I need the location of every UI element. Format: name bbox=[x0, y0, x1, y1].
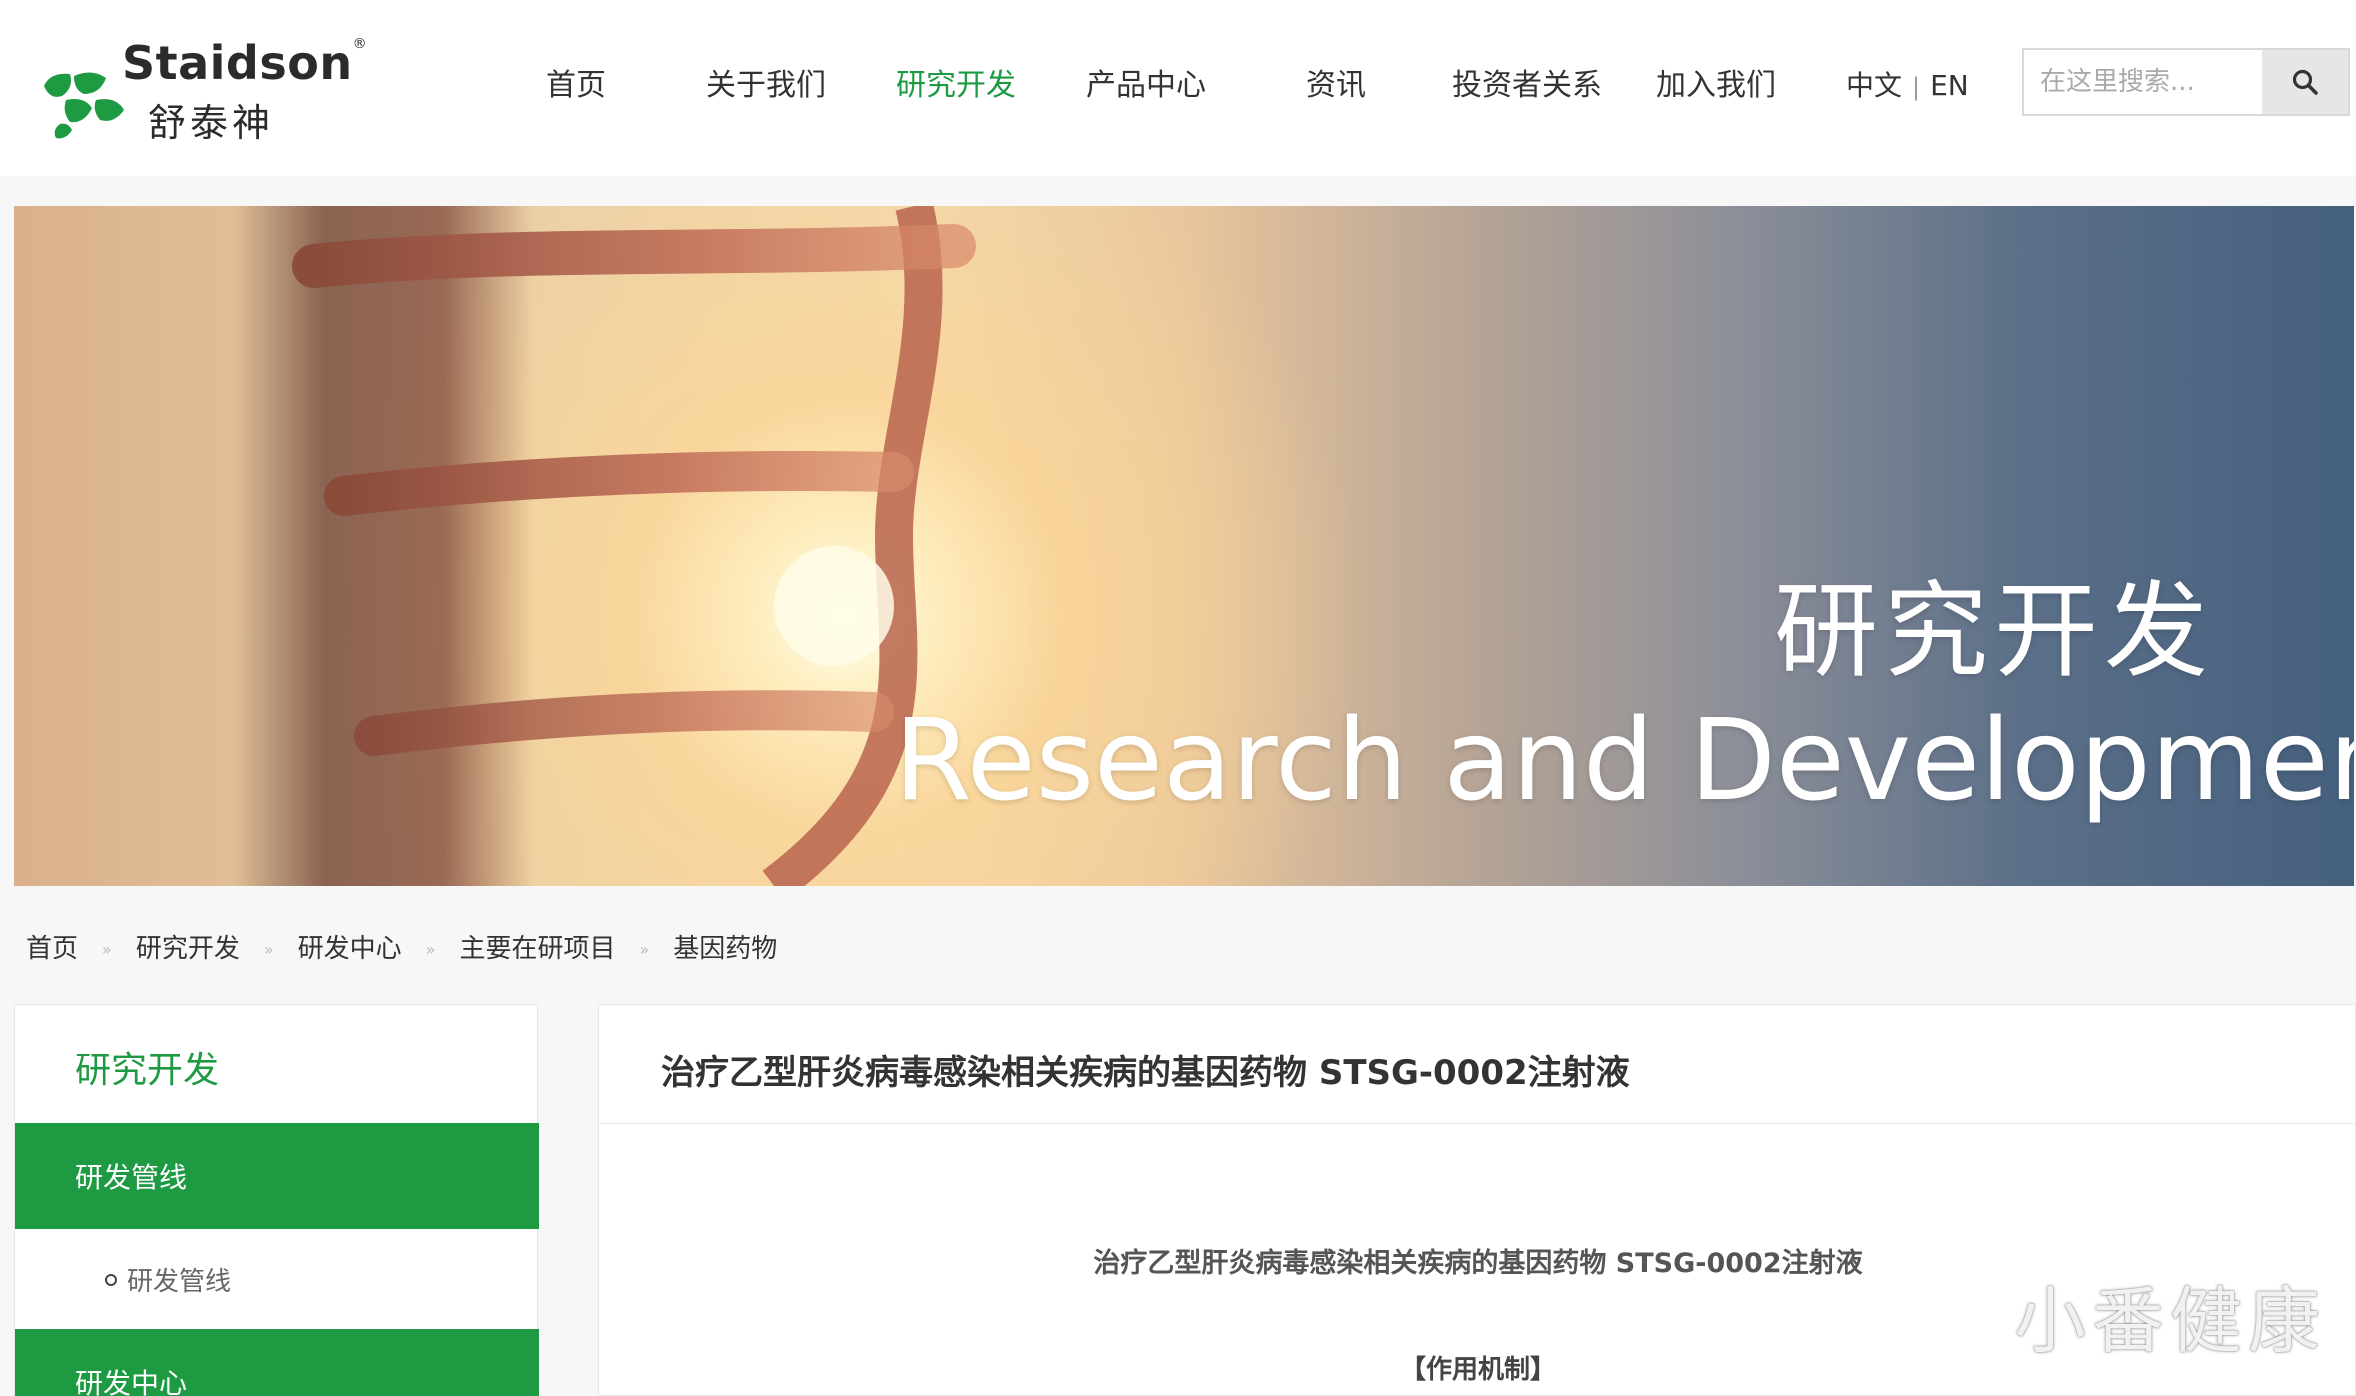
lang-en-link[interactable]: EN bbox=[1930, 69, 1969, 102]
breadcrumb-rd-center[interactable]: 研发中心 bbox=[298, 928, 402, 965]
sidebar-subitem-label: 研发管线 bbox=[127, 1267, 232, 1297]
search-button[interactable] bbox=[2262, 50, 2348, 114]
lang-cn-link[interactable]: 中文 bbox=[1846, 69, 1902, 102]
search-input[interactable] bbox=[2024, 50, 2264, 114]
site-header: Staidson® 舒泰神 首页 关于我们 研究开发 产品中心 资讯 投资者关系… bbox=[0, 0, 2356, 176]
hero-banner: 研究开发 Research and Development bbox=[14, 206, 2354, 886]
circle-bullet-icon bbox=[105, 1273, 117, 1286]
nav-item-research[interactable]: 研究开发 bbox=[896, 60, 1016, 104]
search-box bbox=[2022, 48, 2350, 116]
banner-title-cn: 研究开发 bbox=[1774, 570, 2215, 692]
staidson-logo[interactable]: Staidson® 舒泰神 bbox=[40, 36, 367, 146]
title-divider bbox=[599, 1123, 2356, 1124]
nav-item-join[interactable]: 加入我们 bbox=[1656, 60, 1776, 104]
breadcrumb-separator: » bbox=[263, 940, 274, 959]
breadcrumb-gene-drugs[interactable]: 基因药物 bbox=[673, 928, 777, 965]
watermark: 小番健康 bbox=[2014, 1279, 2327, 1363]
nav-item-about[interactable]: 关于我们 bbox=[706, 60, 826, 104]
leaf-logo-icon bbox=[44, 72, 124, 139]
sidebar-subitem-pipeline[interactable]: 研发管线 bbox=[105, 1261, 231, 1298]
page-title: 治疗乙型肝炎病毒感染相关疾病的基因药物 STSG-0002注射液 bbox=[661, 1053, 1630, 1093]
sidebar-item-pipeline[interactable]: 研发管线 bbox=[15, 1123, 539, 1229]
breadcrumb-major-projects[interactable]: 主要在研项目 bbox=[459, 928, 615, 965]
breadcrumb-separator: » bbox=[639, 940, 650, 959]
breadcrumb-research[interactable]: 研究开发 bbox=[136, 928, 240, 965]
logo-wordmark: Staidson® bbox=[122, 36, 368, 90]
sidebar-title: 研究开发 bbox=[75, 1050, 220, 1091]
banner-title-en: Research and Development bbox=[894, 696, 2354, 826]
breadcrumb: 首页 » 研究开发 » 研发中心 » 主要在研项目 » 基因药物 bbox=[26, 928, 777, 965]
sidebar-item-rd-center[interactable]: 研发中心 bbox=[15, 1329, 539, 1396]
nav-item-home[interactable]: 首页 bbox=[546, 60, 606, 104]
lang-separator: | bbox=[1912, 73, 1921, 101]
sidebar: 研究开发 研发管线 研发管线 研发中心 bbox=[14, 1004, 539, 1396]
nav-item-news[interactable]: 资讯 bbox=[1306, 60, 1366, 104]
breadcrumb-separator: » bbox=[425, 940, 436, 959]
language-switch: 中文 | EN bbox=[1846, 64, 1969, 104]
breadcrumb-separator: » bbox=[102, 940, 112, 959]
breadcrumb-home[interactable]: 首页 bbox=[26, 928, 78, 965]
logo-chinese-name: 舒泰神 bbox=[148, 101, 275, 145]
nav-item-investors[interactable]: 投资者关系 bbox=[1452, 60, 1602, 104]
search-icon bbox=[2292, 69, 2318, 95]
nav-item-products[interactable]: 产品中心 bbox=[1086, 60, 1206, 104]
